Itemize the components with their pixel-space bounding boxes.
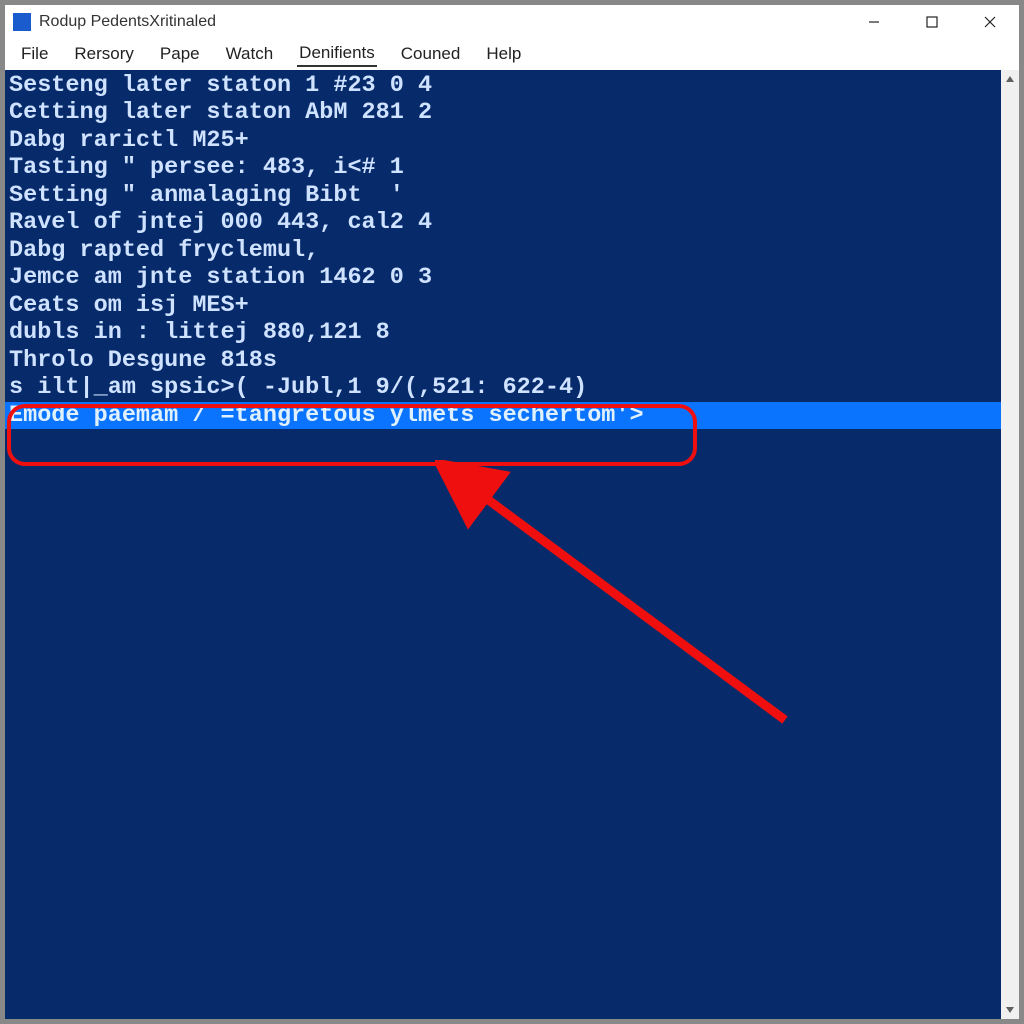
terminal-line: Tasting " persee: 483, i<# 1 — [5, 154, 1001, 181]
terminal-line-highlighted: Emode paemam / =tangretous ylmets secher… — [5, 402, 1001, 429]
terminal-line: Dabg rapted fryclemul, — [5, 237, 1001, 264]
terminal-line: Setting " anmalaging Bibt ' — [5, 182, 1001, 209]
scroll-up-button[interactable] — [1001, 70, 1019, 88]
terminal-line: Ceats om isj MES+ — [5, 292, 1001, 319]
scroll-track[interactable] — [1001, 88, 1019, 1001]
terminal-line: s ilt|_am spsic>( -Jubl,1 9/(,521: 622-4… — [5, 374, 1001, 401]
app-window: Rodup PedentsXritinaled File Rersory Pap… — [4, 4, 1020, 1020]
terminal-line: Sesteng later staton 1 #23 0 4 — [5, 72, 1001, 99]
terminal-pane[interactable]: Sesteng later staton 1 #23 0 4 Cetting l… — [5, 70, 1001, 1019]
menubar: File Rersory Pape Watch Denifients Coune… — [5, 38, 1019, 70]
content-row: Sesteng later staton 1 #23 0 4 Cetting l… — [5, 70, 1019, 1019]
menu-denifients[interactable]: Denifients — [297, 41, 377, 67]
window-controls — [845, 5, 1019, 38]
maximize-button[interactable] — [903, 5, 961, 38]
minimize-button[interactable] — [845, 5, 903, 38]
menu-couned[interactable]: Couned — [399, 42, 463, 66]
terminal-line: Dabg rarictl M25+ — [5, 127, 1001, 154]
close-button[interactable] — [961, 5, 1019, 38]
scroll-down-button[interactable] — [1001, 1001, 1019, 1019]
menu-file[interactable]: File — [19, 42, 50, 66]
window-title: Rodup PedentsXritinaled — [39, 13, 845, 31]
menu-pape[interactable]: Pape — [158, 42, 202, 66]
terminal-line: Jemce am jnte station 1462 0 3 — [5, 264, 1001, 291]
terminal-line: dubls in : littej 880,121 8 — [5, 319, 1001, 346]
menu-rersory[interactable]: Rersory — [72, 42, 136, 66]
terminal-line: Throlo Desgune 818s — [5, 347, 1001, 374]
menu-help[interactable]: Help — [484, 42, 523, 66]
terminal-line: Ravel of jntej 000 443, cal2 4 — [5, 209, 1001, 236]
menu-watch[interactable]: Watch — [224, 42, 276, 66]
app-icon — [13, 13, 31, 31]
titlebar[interactable]: Rodup PedentsXritinaled — [5, 5, 1019, 38]
terminal-line: Cetting later staton AbM 281 2 — [5, 99, 1001, 126]
vertical-scrollbar[interactable] — [1001, 70, 1019, 1019]
annotation-arrow-icon — [435, 460, 805, 740]
